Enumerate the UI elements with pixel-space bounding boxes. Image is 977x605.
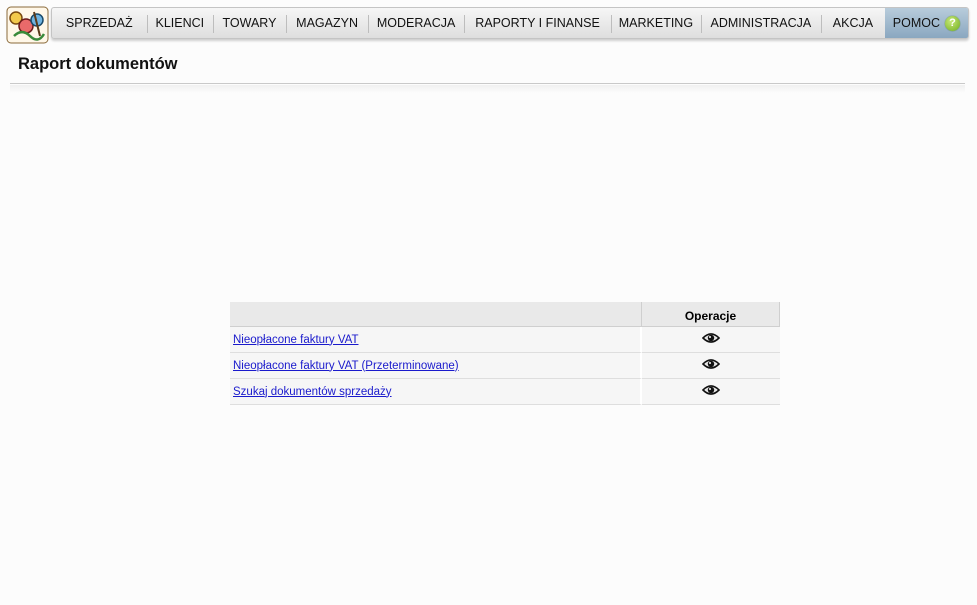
menu-item-sprzedaz[interactable]: SPRZEDAŻ xyxy=(52,8,147,38)
menu-item-magazyn[interactable]: MAGAZYN xyxy=(285,8,369,38)
report-link-unpaid-vat[interactable]: Nieopłacone faktury VAT xyxy=(233,334,359,346)
report-name-cell: Szukaj dokumentów sprzedaży xyxy=(230,379,642,405)
page-title: Raport dokumentów xyxy=(18,55,178,73)
table-header-row: Operacje xyxy=(230,302,780,327)
page-header: Raport dokumentów xyxy=(10,55,965,84)
menu-item-moderacja[interactable]: MODERACJA xyxy=(368,8,464,38)
menu-item-raporty-i-finanse[interactable]: RAPORTY I FINANSE xyxy=(463,8,611,38)
operations-cell xyxy=(642,353,780,379)
menu-item-akcja[interactable]: AKCJA xyxy=(821,8,885,38)
column-header-operations: Operacje xyxy=(642,302,780,327)
eye-icon[interactable] xyxy=(701,358,721,373)
operations-cell xyxy=(642,327,780,353)
eye-icon[interactable] xyxy=(701,332,721,347)
main-menu: SPRZEDAŻ KLIENCI TOWARY MAGAZYN MODERACJ… xyxy=(51,7,969,39)
help-button[interactable]: POMOC ? xyxy=(884,8,968,38)
table-row: Szukaj dokumentów sprzedaży xyxy=(230,379,780,405)
report-table: Operacje Nieopłacone faktury VAT Nieopła… xyxy=(230,302,780,405)
app-logo-icon[interactable] xyxy=(6,6,49,44)
menu-item-towary[interactable]: TOWARY xyxy=(213,8,286,38)
report-name-cell: Nieopłacone faktury VAT (Przeterminowane… xyxy=(230,353,642,379)
table-row: Nieopłacone faktury VAT xyxy=(230,327,780,353)
menu-item-klienci[interactable]: KLIENCI xyxy=(146,8,214,38)
eye-icon[interactable] xyxy=(701,384,721,399)
top-bar: SPRZEDAŻ KLIENCI TOWARY MAGAZYN MODERACJ… xyxy=(0,0,977,46)
menu-item-marketing[interactable]: MARKETING xyxy=(611,8,701,38)
report-link-overdue-vat[interactable]: Nieopłacone faktury VAT (Przeterminowane… xyxy=(233,360,459,372)
report-link-search-sales-docs[interactable]: Szukaj dokumentów sprzedaży xyxy=(233,386,392,398)
help-label: POMOC xyxy=(892,16,940,30)
menu-item-administracja[interactable]: ADMINISTRACJA xyxy=(700,8,821,38)
question-mark-icon: ? xyxy=(945,15,960,31)
report-name-cell: Nieopłacone faktury VAT xyxy=(230,327,642,353)
operations-cell xyxy=(642,379,780,405)
column-header-name xyxy=(230,302,642,327)
header-divider xyxy=(10,85,965,93)
table-row: Nieopłacone faktury VAT (Przeterminowane… xyxy=(230,353,780,379)
